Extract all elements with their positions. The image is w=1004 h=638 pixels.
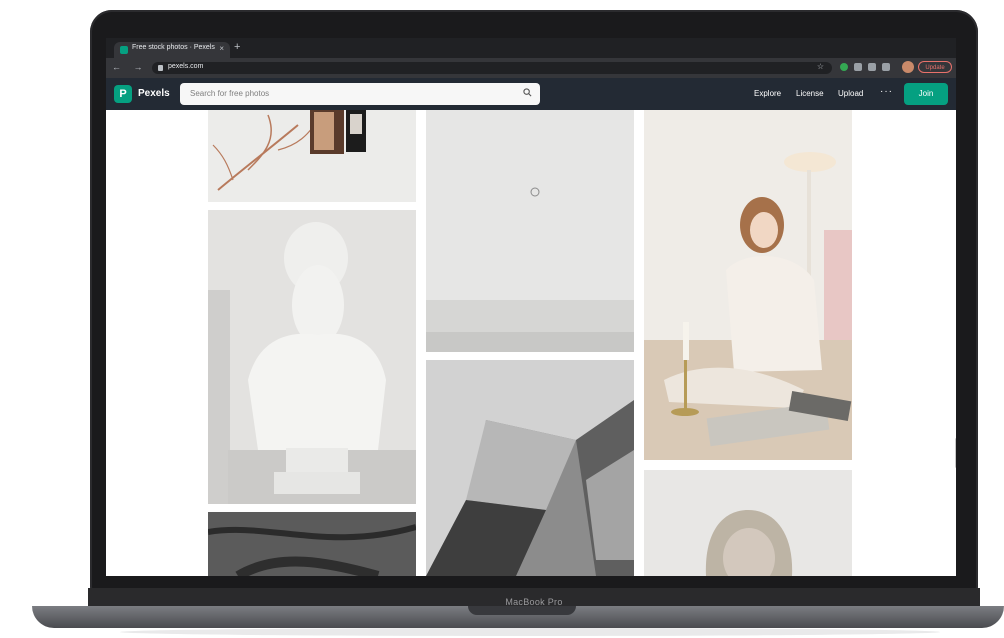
photo-dark-branches-graphic: [208, 512, 416, 576]
nav-license[interactable]: License: [796, 89, 824, 98]
photo-foggy-sea-graphic: [426, 110, 634, 352]
star-icon[interactable]: ☆: [817, 62, 824, 71]
extension-grid-icon[interactable]: [854, 63, 862, 71]
laptop-notch: [468, 606, 576, 615]
photo-white-bust[interactable]: [208, 210, 416, 504]
photo-dark-branches[interactable]: [208, 512, 416, 576]
lock-icon: [158, 65, 163, 71]
more-menu-button[interactable]: ···: [880, 86, 893, 97]
scrollbar-thumb[interactable]: [955, 438, 956, 468]
photo-woman-reading-graphic: [644, 110, 852, 460]
photo-branch-art[interactable]: [208, 110, 416, 202]
photo-white-bust-graphic: [208, 210, 416, 504]
pexels-logo[interactable]: P: [114, 85, 132, 103]
tab-title: Free stock photos · Pexels: [132, 44, 215, 51]
browser-tab-strip: Free stock photos · Pexels × +: [106, 38, 956, 58]
close-icon[interactable]: ×: [219, 44, 224, 53]
browser-tab[interactable]: Free stock photos · Pexels ×: [114, 42, 230, 58]
search-placeholder: Search for free photos: [190, 89, 270, 98]
extension-puzzle-icon[interactable]: [882, 63, 890, 71]
nav-upload[interactable]: Upload: [838, 89, 863, 98]
new-tab-button[interactable]: +: [234, 41, 240, 53]
extension-layers-icon[interactable]: [868, 63, 876, 71]
photo-blonde-portrait[interactable]: [644, 470, 852, 576]
pexels-favicon-icon: [120, 46, 128, 54]
url-bar[interactable]: pexels.com ☆: [152, 62, 832, 74]
search-icon[interactable]: [523, 88, 532, 97]
photo-architecture[interactable]: [426, 360, 634, 576]
extension-green-icon[interactable]: [840, 63, 848, 71]
update-button[interactable]: Update: [918, 61, 952, 73]
url-text: pexels.com: [168, 63, 204, 70]
photo-blonde-portrait-graphic: [644, 470, 852, 576]
profile-avatar[interactable]: [902, 61, 914, 73]
photo-architecture-graphic: [426, 360, 634, 576]
address-toolbar: ← → C pexels.com ☆ Update: [106, 58, 956, 78]
screen: Free stock photos · Pexels × + ← → C pex…: [106, 38, 956, 576]
search-input[interactable]: Search for free photos: [180, 83, 540, 105]
join-button[interactable]: Join: [904, 83, 948, 105]
photo-woman-reading[interactable]: [644, 110, 852, 460]
laptop-shadow: [120, 628, 940, 636]
photo-branch-art-graphic: [212, 110, 366, 191]
nav-explore[interactable]: Explore: [754, 89, 781, 98]
brand-name[interactable]: Pexels: [138, 88, 170, 99]
photo-foggy-sea[interactable]: [426, 110, 634, 352]
site-header: P Pexels Search for free photos Explore …: [106, 78, 956, 110]
